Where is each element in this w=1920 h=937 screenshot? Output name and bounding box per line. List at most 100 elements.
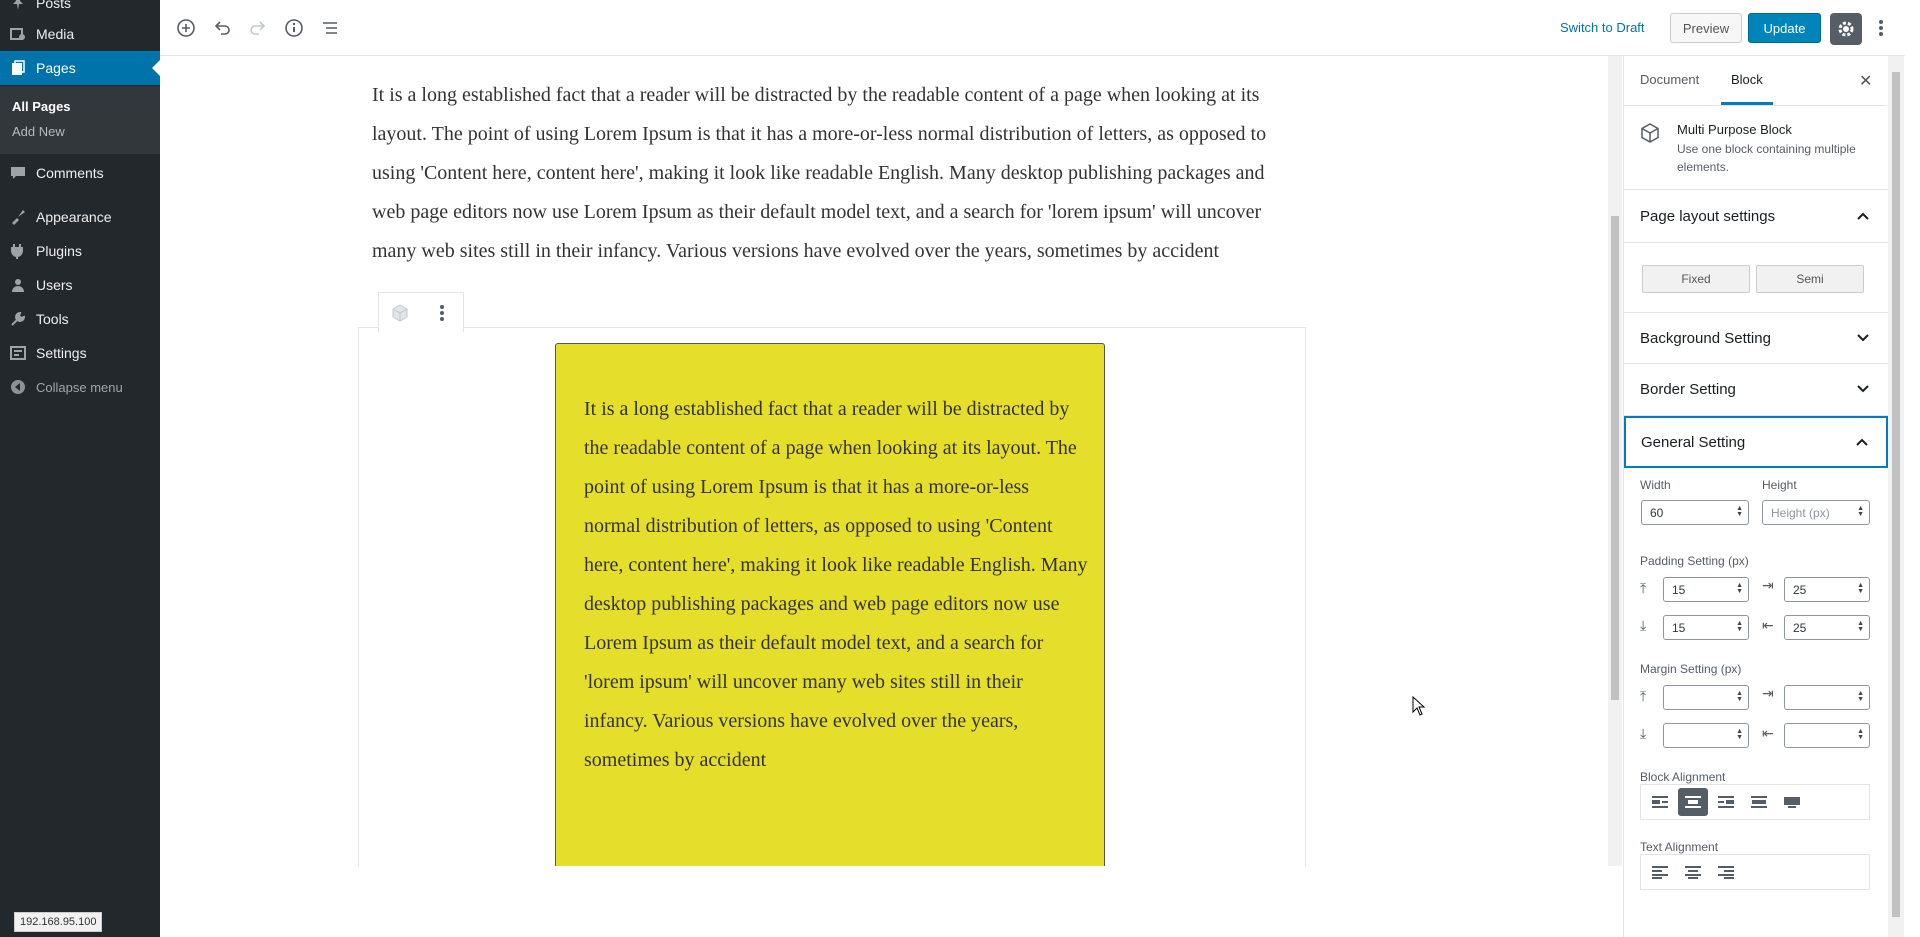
panel-page-layout[interactable]: Page layout settings	[1624, 191, 1888, 243]
padding-right-input[interactable]: 25 ▲ ▼	[1784, 577, 1870, 602]
width-input[interactable]: 60 ▲ ▼	[1641, 500, 1749, 525]
align-center-icon[interactable]	[1678, 788, 1708, 816]
panel-title: Page layout settings	[1640, 208, 1776, 225]
preview-button[interactable]: Preview	[1670, 13, 1742, 43]
outline-icon[interactable]	[318, 16, 342, 40]
arrow-right-icon: ⇥	[1762, 577, 1774, 593]
padding-left-value: 25	[1793, 620, 1807, 635]
menu-plugins[interactable]: Plugins	[0, 234, 160, 268]
redo-icon[interactable]	[246, 16, 270, 40]
panel-border-setting[interactable]: Border Setting	[1624, 364, 1888, 416]
submenu-all-pages[interactable]: All Pages	[12, 99, 71, 114]
padding-right-value: 25	[1793, 582, 1807, 597]
pages-icon	[0, 60, 36, 76]
block-card: Multi Purpose Block Use one block contai…	[1624, 106, 1888, 190]
settings-icon	[0, 345, 36, 361]
add-block-icon[interactable]	[174, 16, 198, 40]
comments-icon	[0, 165, 36, 181]
users-icon	[0, 277, 36, 293]
height-input[interactable]: Height (px) ▲ ▼	[1762, 500, 1870, 525]
page-scrollbar[interactable]	[1888, 56, 1904, 937]
align-full-icon[interactable]	[1777, 788, 1807, 816]
update-button[interactable]: Update	[1748, 13, 1821, 43]
padding-label: Padding Setting (px)	[1640, 554, 1749, 568]
editor-toolbar: Switch to Draft Preview Update	[160, 0, 1905, 56]
menu-label: Posts	[36, 0, 72, 11]
settings-sidebar: Document Block ✕ Multi Purpose Block Use…	[1623, 56, 1888, 937]
block-type-icon[interactable]	[379, 293, 421, 332]
scrollbar-thumb[interactable]	[1611, 216, 1619, 700]
spinner-icon: ▲ ▼	[1736, 620, 1743, 633]
tools-icon	[0, 311, 36, 327]
padding-bottom-input[interactable]: 15 ▲ ▼	[1663, 615, 1749, 640]
undo-icon[interactable]	[210, 16, 234, 40]
submenu-add-new[interactable]: Add New	[12, 124, 65, 139]
more-options-icon[interactable]	[1869, 16, 1893, 40]
switch-to-draft-button[interactable]: Switch to Draft	[1560, 20, 1645, 35]
spinner-icon: ▲ ▼	[1736, 505, 1743, 518]
menu-pages[interactable]: Pages	[0, 51, 160, 85]
block-alignment-group	[1640, 784, 1870, 820]
editor-content: It is a long established fact that a rea…	[160, 56, 1610, 866]
paragraph-block[interactable]: It is a long established fact that a rea…	[372, 76, 1292, 271]
margin-bottom-input[interactable]: ▲ ▼	[1663, 723, 1749, 748]
chevron-down-icon	[1857, 334, 1869, 342]
panel-title: Border Setting	[1640, 381, 1736, 398]
padding-top-input[interactable]: 15 ▲ ▼	[1663, 577, 1749, 602]
margin-right-input[interactable]: ▲ ▼	[1784, 685, 1870, 710]
padding-top-value: 15	[1672, 582, 1686, 597]
height-label: Height	[1762, 478, 1797, 492]
width-value: 60	[1650, 505, 1664, 520]
menu-appearance[interactable]: Appearance	[0, 200, 160, 234]
menu-tools[interactable]: Tools	[0, 302, 160, 336]
panel-title: General Setting	[1641, 433, 1746, 451]
spinner-icon: ▲ ▼	[1736, 728, 1743, 741]
admin-menu: Posts Media Pages All Pages Add New Comm…	[0, 0, 160, 937]
text-align-right-icon[interactable]	[1711, 858, 1741, 886]
align-left-wrap-icon[interactable]	[1645, 788, 1675, 816]
layout-semi-button[interactable]: Semi	[1756, 265, 1864, 293]
menu-settings[interactable]: Settings	[0, 336, 160, 370]
close-icon[interactable]: ✕	[1859, 71, 1872, 91]
menu-users[interactable]: Users	[0, 268, 160, 302]
gear-icon	[1838, 21, 1854, 37]
status-url: 192.168.95.100	[14, 912, 103, 932]
collapse-menu-button[interactable]: Collapse menu	[0, 370, 160, 404]
block-title: Multi Purpose Block	[1677, 122, 1792, 137]
arrow-top-icon: ⤒	[1640, 688, 1647, 704]
settings-gear-button[interactable]	[1830, 13, 1862, 45]
tab-block[interactable]: Block	[1721, 72, 1773, 105]
spinner-icon: ▲ ▼	[1857, 620, 1864, 633]
margin-left-input[interactable]: ▲ ▼	[1784, 723, 1870, 748]
panel-background-setting[interactable]: Background Setting	[1624, 312, 1888, 364]
text-align-center-icon[interactable]	[1678, 858, 1708, 886]
arrow-bottom-icon: ⤓	[1640, 725, 1647, 741]
padding-left-input[interactable]: 25 ▲ ▼	[1784, 615, 1870, 640]
block-more-icon[interactable]	[421, 293, 463, 332]
align-wide-icon[interactable]	[1744, 788, 1774, 816]
block-alignment-label: Block Alignment	[1640, 770, 1726, 784]
pushpin-icon	[0, 0, 36, 11]
panel-general-setting[interactable]: General Setting	[1624, 416, 1888, 468]
content-scrollbar[interactable]	[1608, 56, 1622, 866]
spinner-icon: ▲ ▼	[1857, 690, 1864, 703]
spinner-icon: ▲ ▼	[1857, 728, 1864, 741]
text-align-left-icon[interactable]	[1645, 858, 1675, 886]
spinner-icon: ▲ ▼	[1736, 582, 1743, 595]
sidebar-tabs: Document Block ✕	[1624, 56, 1887, 106]
tab-document[interactable]: Document	[1640, 72, 1699, 87]
menu-label: Plugins	[36, 243, 82, 259]
menu-media[interactable]: Media	[0, 17, 160, 51]
spinner-icon: ▲ ▼	[1857, 582, 1864, 595]
scrollbar-thumb[interactable]	[1892, 72, 1900, 917]
info-icon[interactable]	[282, 16, 306, 40]
chevron-up-icon	[1856, 438, 1868, 446]
layout-fixed-button[interactable]: Fixed	[1642, 265, 1750, 293]
align-right-wrap-icon[interactable]	[1711, 788, 1741, 816]
block-text[interactable]: It is a long established fact that a rea…	[584, 390, 1089, 780]
chevron-down-icon	[1857, 385, 1869, 393]
chevron-up-icon	[1857, 212, 1869, 220]
menu-comments[interactable]: Comments	[0, 156, 160, 190]
multi-purpose-block[interactable]: It is a long established fact that a rea…	[555, 343, 1105, 866]
margin-top-input[interactable]: ▲ ▼	[1663, 685, 1749, 710]
